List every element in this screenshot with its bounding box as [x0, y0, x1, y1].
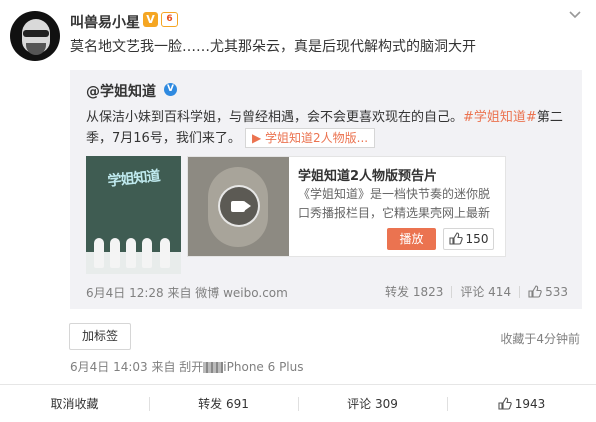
video-card[interactable]: 学姐知道2人物版预告片 《学姐知道》是一档快节奏的迷你脱口秀播报栏目，它精选果壳… [187, 156, 506, 257]
avatar[interactable] [10, 11, 60, 61]
repost-author[interactable]: @学姐知道 [86, 81, 156, 101]
redacted-block [203, 362, 224, 373]
hashtag-link[interactable]: #学姐知道# [463, 110, 537, 125]
video-title[interactable]: 学姐知道2人物版预告片 [298, 165, 437, 184]
like-count: 1943 [514, 396, 546, 411]
divider [451, 285, 453, 298]
video-link[interactable]: ▶ 学姐知道2人物版... [244, 128, 376, 148]
poster-person [142, 238, 152, 268]
add-tag-button[interactable]: 加标签 [69, 323, 131, 350]
cancel-favorite-button[interactable]: 取消收藏 [0, 385, 149, 422]
repost-comment-button[interactable]: 评论 414 [460, 283, 511, 300]
poster-person [126, 238, 136, 268]
action-bar: 取消收藏 转发 691 评论 309 1943 [0, 384, 596, 422]
comment-button[interactable]: 评论 309 [298, 385, 447, 422]
avatar-beard [26, 43, 46, 55]
poster-person [110, 238, 120, 268]
verified-icon: V [164, 83, 177, 96]
repost-like-count: 533 [545, 284, 568, 299]
post-meta-prefix: 6月4日 14:03 来自 刮开 [70, 360, 204, 374]
post-text: 莫名地文艺我一脸……尤其那朵云，真是后现代解构式的脑洞大开 [70, 39, 476, 55]
repost-repost-button[interactable]: 转发 1823 [385, 283, 443, 300]
vip-badge-icon[interactable]: V [143, 12, 158, 27]
poster-title: 学姐知道 [106, 168, 161, 190]
comment-label: 评论 309 [347, 397, 398, 411]
repost-actions: 转发 1823 评论 414 533 [385, 283, 568, 300]
favorited-time: 收藏于4分钟前 [500, 332, 580, 346]
repost-like-button[interactable]: 533 [528, 285, 568, 299]
post-meta: 6月4日 14:03 来自 刮开 iPhone 6 Plus [70, 358, 304, 375]
poster-person [160, 238, 170, 268]
video-link-label: 学姐知道2人物版... [265, 131, 369, 145]
thumbs-up-icon [448, 232, 463, 245]
video-description: 《学姐知道》是一档快节奏的迷你脱口秀播报栏目，它精选果壳网上最新 [298, 187, 491, 220]
like-button[interactable]: 1943 [447, 385, 596, 422]
repost-label: 转发 691 [198, 397, 249, 411]
thumbs-up-icon [528, 284, 542, 298]
video-like-button[interactable]: 150 [443, 228, 494, 250]
username[interactable]: 叫兽易小星 [70, 12, 140, 32]
video-thumbnail[interactable] [188, 157, 289, 256]
repost-meta: 6月4日 12:28 来自 微博 weibo.com [86, 286, 288, 300]
divider [519, 285, 521, 298]
camera-lens [244, 201, 251, 211]
camera-body [231, 201, 245, 212]
post-meta-suffix[interactable]: iPhone 6 Plus [223, 360, 303, 374]
poster-image[interactable]: 学姐知道 [86, 156, 181, 274]
repost-text: 从保洁小妹到百科学姐，与曾经相遇，会不会更喜欢现在的自己。#学姐知道#第二季，7… [86, 108, 574, 149]
chevron-down-icon[interactable] [568, 8, 582, 22]
video-camera-icon[interactable] [218, 185, 260, 227]
poster-person [94, 238, 104, 268]
video-like-count: 150 [465, 232, 489, 246]
thumbs-up-icon [498, 397, 512, 410]
repost-button[interactable]: 转发 691 [149, 385, 298, 422]
cancel-favorite-label: 取消收藏 [50, 397, 99, 411]
play-button[interactable]: 播放 [387, 228, 436, 250]
repost-text-main: 从保洁小妹到百科学姐，与曾经相遇，会不会更喜欢现在的自己。 [86, 110, 464, 125]
avatar-glasses [23, 30, 49, 37]
level-badge-icon[interactable]: 6 [161, 12, 178, 27]
repost-box: @学姐知道 V 从保洁小妹到百科学姐，与曾经相遇，会不会更喜欢现在的自己。#学姐… [70, 70, 582, 309]
